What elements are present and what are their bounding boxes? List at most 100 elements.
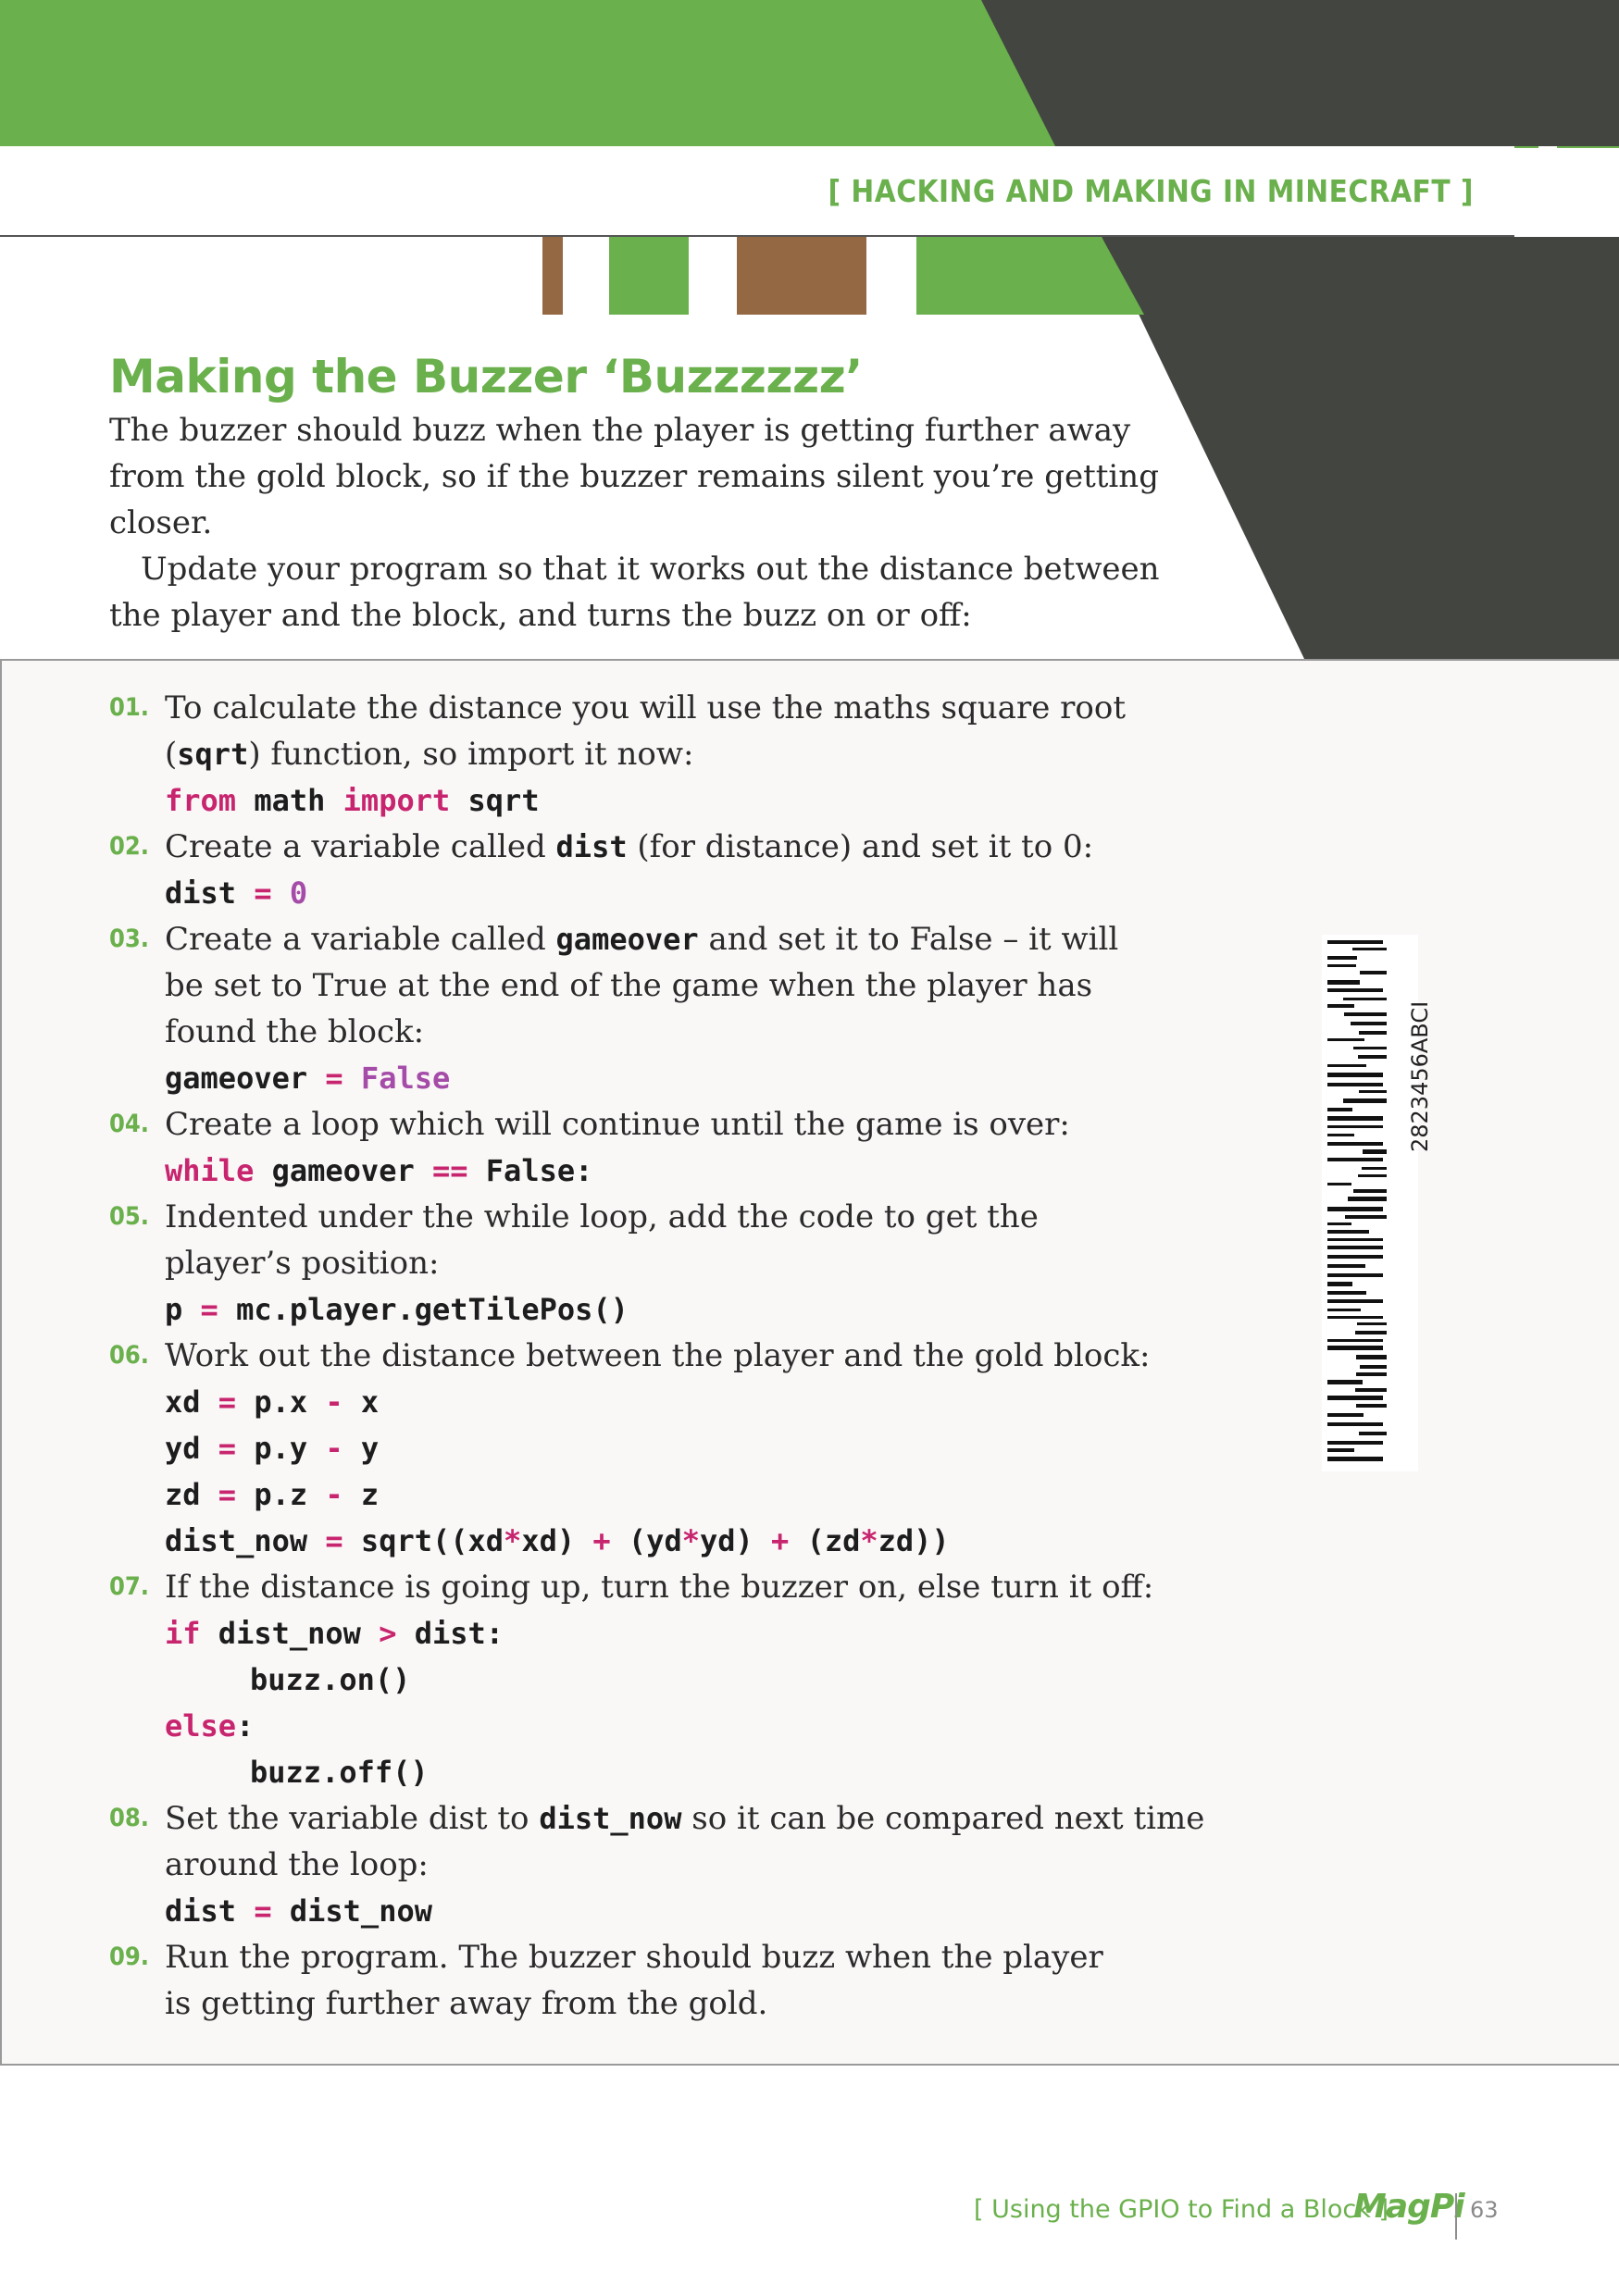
code-line: buzz.off() — [250, 1755, 429, 1790]
barcode-bar — [1327, 1116, 1383, 1121]
step-text: If the distance is going up, turn the bu… — [165, 1569, 1154, 1606]
barcode-bar — [1327, 1246, 1383, 1249]
code-line: dist = 0 — [165, 875, 308, 911]
barcode-bar — [1355, 1331, 1387, 1334]
barcode-bar — [1327, 1282, 1352, 1286]
running-header-title: [ HACKING AND MAKING IN MINECRAFT ] — [828, 172, 1474, 209]
section-title: Making the Buzzer ‘Buzzzzzz’ — [109, 350, 863, 403]
steps-list: 01. To calculate the distance you will u… — [109, 685, 1220, 2027]
inline-code: gameover — [555, 922, 699, 957]
code-line: dist_now = sqrt((xd*xd) + (yd*yd) + (zd*… — [165, 1523, 950, 1558]
barcode-bar — [1358, 1174, 1387, 1177]
inline-code: sqrt — [177, 737, 249, 772]
barcode-bar — [1360, 971, 1387, 974]
barcode-bar — [1353, 1047, 1387, 1049]
barcode-bar — [1348, 1197, 1387, 1201]
barcode-bar — [1359, 1090, 1387, 1093]
barcode-bar — [1356, 1372, 1387, 1376]
barcode-bar — [1327, 1238, 1383, 1241]
pixel-block-brown-2 — [737, 237, 866, 315]
barcode-bar — [1356, 1404, 1387, 1408]
barcode-bar — [1363, 1149, 1387, 1154]
intro-paragraph-2: Update your program so that it works out… — [109, 551, 1160, 634]
code-line: while gameover == False: — [165, 1153, 593, 1188]
code-line: from math import sqrt — [165, 783, 540, 818]
step-text: Set the variable dist to dist_now so it … — [165, 1800, 1205, 1883]
header-tab-marker — [1538, 146, 1557, 237]
barcode-bar — [1327, 1316, 1383, 1319]
step-number: 01. — [109, 693, 150, 722]
barcode-bar — [1327, 1413, 1364, 1417]
barcode-bar — [1356, 1355, 1387, 1359]
barcode-bar — [1327, 1207, 1383, 1211]
step-number: 09. — [109, 1942, 150, 1971]
step-text: Work out the distance between the player… — [165, 1337, 1151, 1374]
barcode-bar — [1327, 1309, 1361, 1311]
step-number: 02. — [109, 832, 150, 861]
intro-text: The buzzer should buzz when the player i… — [109, 407, 1174, 639]
barcode-bar — [1358, 1055, 1387, 1059]
barcode-bar — [1327, 1448, 1354, 1452]
step-09: 09. Run the program. The buzzer should b… — [109, 1934, 1220, 2027]
barcode-bar — [1327, 1346, 1383, 1350]
intro-paragraph-1: The buzzer should buzz when the player i… — [109, 412, 1159, 541]
barcode-bar — [1360, 1365, 1387, 1369]
step-number: 06. — [109, 1341, 150, 1370]
barcode-bar — [1359, 1031, 1387, 1035]
barcode-bar — [1327, 1183, 1351, 1185]
barcode-bar — [1327, 1134, 1354, 1136]
barcode-bar — [1344, 1012, 1387, 1016]
barcode-bar — [1327, 1108, 1352, 1111]
barcode-bar — [1327, 1255, 1383, 1259]
step-text: Create a loop which will continue until … — [165, 1106, 1070, 1143]
barcode-bar — [1327, 956, 1357, 960]
barcode-bar — [1327, 988, 1383, 992]
step-text: To calculate the distance you will use t… — [165, 689, 1126, 773]
step-text: Indented under the while loop, add the c… — [165, 1198, 1039, 1282]
barcode-bar — [1327, 1142, 1383, 1146]
step-08: 08. Set the variable dist to dist_now so… — [109, 1795, 1220, 1934]
barcode-bar — [1343, 1098, 1387, 1103]
code-line: else: — [165, 1708, 255, 1744]
code-line: gameover = False — [165, 1061, 451, 1096]
barcode-bar — [1327, 1083, 1383, 1086]
barcode-bar — [1327, 1264, 1365, 1268]
barcode-bar — [1355, 1388, 1387, 1392]
code-line: yd = p.y - y — [165, 1431, 380, 1466]
step-number: 07. — [109, 1572, 150, 1601]
barcode-bar — [1345, 1215, 1387, 1219]
step-06: 06. Work out the distance between the pl… — [109, 1333, 1220, 1564]
code-line: xd = p.x - x — [165, 1384, 380, 1420]
footer-divider — [1455, 2193, 1457, 2240]
step-03: 03. Create a variable called gameover an… — [109, 916, 1220, 1101]
barcode-bar — [1327, 1457, 1383, 1461]
barcode-bar — [1327, 980, 1360, 985]
barcode-bar — [1327, 1299, 1383, 1303]
pixel-block-green-1 — [609, 237, 689, 315]
step-05: 05. Indented under the while loop, add t… — [109, 1194, 1220, 1333]
barcode-bar — [1353, 1189, 1387, 1193]
pixel-block-brown-1 — [542, 237, 563, 315]
barcode-bar — [1359, 1432, 1387, 1435]
barcode-bar — [1327, 1073, 1383, 1077]
panel-left-border — [0, 659, 2, 2066]
barcode-bar — [1362, 1167, 1387, 1170]
step-text: Create a variable called gameover and se… — [165, 921, 1119, 1050]
step-text: Run the program. The buzzer should buzz … — [165, 1939, 1103, 2022]
page-number: 63 — [1470, 2197, 1499, 2223]
step-number: 04. — [109, 1110, 150, 1138]
barcode-bar — [1327, 1441, 1383, 1445]
code-line: p = mc.player.getTilePos() — [165, 1292, 629, 1327]
barcode-bar — [1327, 1064, 1366, 1067]
magpi-logo: MagPi — [1353, 2188, 1465, 2226]
dark-triangle-top — [981, 0, 1619, 146]
step-number: 08. — [109, 1804, 150, 1832]
barcode-bar — [1327, 1396, 1383, 1400]
inline-code: dist — [555, 829, 628, 864]
step-01: 01. To calculate the distance you will u… — [109, 685, 1220, 824]
step-text: Create a variable called dist (for dista… — [165, 828, 1094, 865]
barcode-bar — [1327, 1291, 1366, 1295]
barcode-bar — [1357, 1322, 1387, 1325]
barcode-bar — [1327, 1380, 1363, 1384]
barcode-bar — [1327, 1004, 1354, 1008]
